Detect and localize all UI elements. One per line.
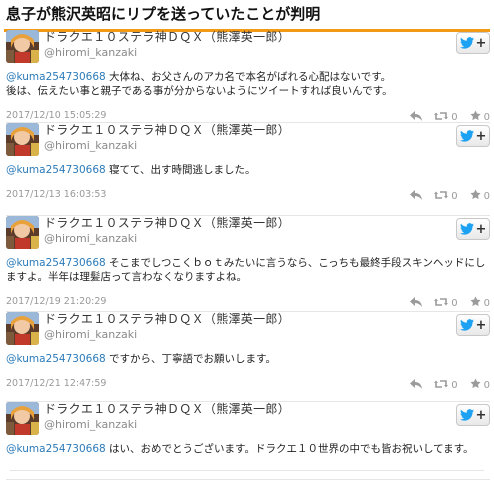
like-count: 0: [483, 297, 490, 309]
avatar[interactable]: [6, 30, 39, 63]
follow-button[interactable]: +: [456, 218, 490, 240]
reply-arrow-icon: [410, 296, 423, 310]
star-icon: [470, 296, 481, 310]
tweet-text: @kuma254730668 寝てて、出す時間逃しました。: [6, 163, 490, 177]
retweet-button[interactable]: 0: [434, 190, 458, 203]
retweet-icon: [434, 190, 449, 203]
mention-link[interactable]: @kuma254730668: [6, 443, 106, 455]
reply-button[interactable]: [410, 378, 423, 392]
retweet-count: 0: [451, 297, 458, 309]
tweet-card: ドラクエ１０ステラ神ＤＱＸ（熊澤英一郎） @hiromi_kanzaki + @…: [6, 123, 490, 216]
display-name[interactable]: ドラクエ１０ステラ神ＤＱＸ（熊澤英一郎）: [44, 216, 290, 231]
tweet-timestamp[interactable]: 2017/12/21 12:47:59: [6, 378, 106, 390]
follow-button[interactable]: +: [456, 404, 490, 426]
like-count: 0: [483, 379, 490, 391]
follow-button[interactable]: +: [456, 32, 490, 54]
tweet-text: @kuma254730668 大体ね、お父さんのアカ名で本名がばれる心配はないで…: [6, 70, 490, 98]
display-name[interactable]: ドラクエ１０ステラ神ＤＱＸ（熊澤英一郎）: [44, 312, 290, 327]
twitter-bird-icon: [459, 409, 474, 421]
display-name[interactable]: ドラクエ１０ステラ神ＤＱＸ（熊澤英一郎）: [44, 30, 290, 45]
reply-button[interactable]: [410, 296, 423, 310]
retweet-count: 0: [451, 379, 458, 391]
mention-link[interactable]: @kuma254730668: [6, 71, 106, 83]
avatar[interactable]: [6, 402, 39, 435]
twitter-bird-icon: [459, 130, 474, 142]
follow-button[interactable]: +: [456, 314, 490, 336]
tweet-body: 寝てて、出す時間逃しました。: [105, 164, 256, 176]
tweet-timestamp[interactable]: 2017/12/10 15:05:29: [6, 110, 106, 122]
mention-link[interactable]: @kuma254730668: [6, 257, 106, 269]
plus-icon: +: [475, 221, 487, 237]
retweet-icon: [434, 297, 449, 310]
plus-icon: +: [475, 317, 487, 333]
user-handle[interactable]: @hiromi_kanzaki: [44, 46, 137, 60]
like-button[interactable]: 0: [470, 296, 490, 310]
reply-arrow-icon: [410, 378, 423, 392]
tweet-body: はい、おめでとうございます。ドラクエ１０世界の中でも皆お祝いしてます。: [105, 443, 474, 455]
tweet-actions: 0 0: [410, 296, 490, 310]
user-handle[interactable]: @hiromi_kanzaki: [44, 418, 137, 432]
like-count: 0: [483, 190, 490, 202]
tweet-card: ドラクエ１０ステラ神ＤＱＸ（熊澤英一郎） @hiromi_kanzaki + @…: [6, 30, 490, 123]
star-icon: [470, 378, 481, 392]
plus-icon: +: [475, 407, 487, 423]
tweet-card: ドラクエ１０ステラ神ＤＱＸ（熊澤英一郎） @hiromi_kanzaki + @…: [6, 312, 490, 402]
twitter-bird-icon: [459, 37, 474, 49]
avatar[interactable]: [6, 123, 39, 156]
twitter-bird-icon: [459, 319, 474, 331]
reply-arrow-icon: [410, 189, 423, 203]
tweet-text: @kuma254730668 そこまでしつこくｂｏｔみたいに言うなら、こっちも最…: [6, 256, 490, 284]
retweet-button[interactable]: 0: [434, 379, 458, 392]
bottom-divider: [10, 470, 484, 471]
plus-icon: +: [475, 35, 487, 51]
like-count: 0: [483, 111, 490, 123]
avatar[interactable]: [6, 216, 39, 249]
retweet-count: 0: [451, 111, 458, 123]
user-handle[interactable]: @hiromi_kanzaki: [44, 328, 137, 342]
tweet-actions: 0 0: [410, 189, 490, 203]
reply-button[interactable]: [410, 189, 423, 203]
tweet-actions: 0 0: [410, 378, 490, 392]
tweet-text: @kuma254730668 ですから、丁寧語でお願いします。: [6, 352, 490, 366]
tweet-body: ですから、丁寧語でお願いします。: [105, 353, 276, 365]
tweet-timestamp[interactable]: 2017/12/13 16:03:53: [6, 189, 106, 201]
page-title: 息子が熊沢英昭にリプを送っていたことが判明: [4, 2, 490, 32]
like-button[interactable]: 0: [470, 378, 490, 392]
plus-icon: +: [475, 128, 487, 144]
user-handle[interactable]: @hiromi_kanzaki: [44, 139, 137, 153]
retweet-count: 0: [451, 190, 458, 202]
user-handle[interactable]: @hiromi_kanzaki: [44, 232, 137, 246]
retweet-icon: [434, 379, 449, 392]
tweet-card: ドラクエ１０ステラ神ＤＱＸ（熊澤英一郎） @hiromi_kanzaki + @…: [6, 216, 490, 312]
display-name[interactable]: ドラクエ１０ステラ神ＤＱＸ（熊澤英一郎）: [44, 123, 290, 138]
tweet-timestamp[interactable]: 2017/12/19 21:20:29: [6, 296, 106, 308]
tweet-card: ドラクエ１０ステラ神ＤＱＸ（熊澤英一郎） @hiromi_kanzaki + @…: [6, 402, 490, 480]
follow-button[interactable]: +: [456, 125, 490, 147]
like-button[interactable]: 0: [470, 189, 490, 203]
retweet-button[interactable]: 0: [434, 297, 458, 310]
twitter-bird-icon: [459, 223, 474, 235]
mention-link[interactable]: @kuma254730668: [6, 164, 106, 176]
mention-link[interactable]: @kuma254730668: [6, 353, 106, 365]
avatar[interactable]: [6, 312, 39, 345]
star-icon: [470, 189, 481, 203]
tweet-text: @kuma254730668 はい、おめでとうございます。ドラクエ１０世界の中で…: [6, 442, 490, 456]
display-name[interactable]: ドラクエ１０ステラ神ＤＱＸ（熊澤英一郎）: [44, 402, 290, 417]
